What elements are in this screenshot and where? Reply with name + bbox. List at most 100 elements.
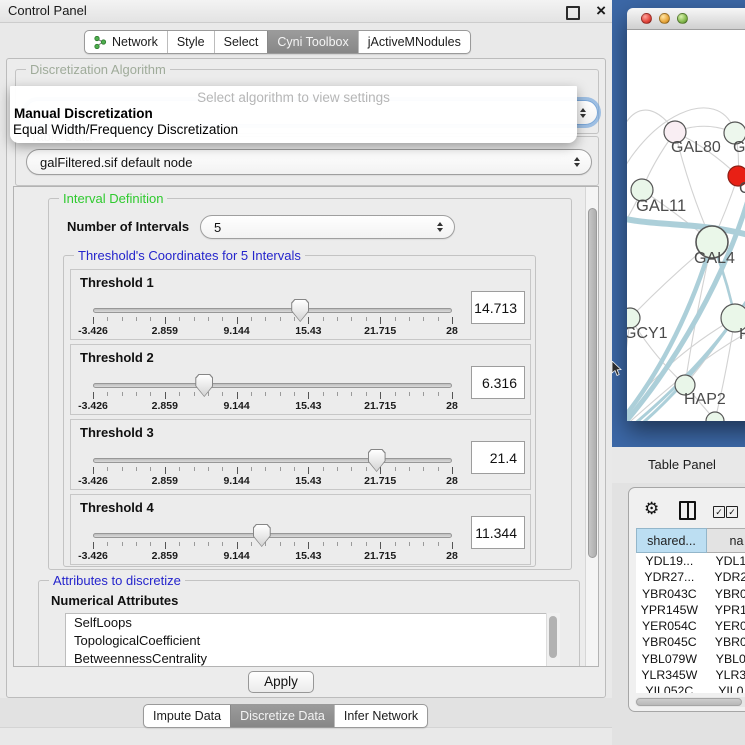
slider-tick [294,317,295,321]
slider-tick [194,317,195,321]
settings-scrollbar-thumb[interactable] [588,208,597,558]
table-data-combobox[interactable]: galFiltered.sif default node [26,149,592,175]
attribute-list-item[interactable]: SelfLoops [66,614,558,632]
number-of-intervals-combobox[interactable]: 5 [200,215,455,239]
settings-scrollbar [585,187,599,666]
table-cell-name: YDL1 [703,553,745,569]
checkbox-icon[interactable]: ✓ [713,506,725,518]
table-row[interactable]: YDL19...YDL1 [636,553,745,569]
slider-tick [366,317,367,321]
tab-select[interactable]: Select [214,31,268,53]
table-horizontal-scrollbar-thumb[interactable] [636,698,742,706]
apply-button[interactable]: Apply [248,671,314,693]
zoom-traffic-light-icon[interactable] [677,13,688,24]
threshold-value-field[interactable]: 14.713 [471,291,525,324]
stepper-arrows-icon [435,222,445,232]
slider-tick [165,317,166,324]
attribute-list: SelfLoopsTopologicalCoefficientBetweenne… [65,613,559,667]
slider-track[interactable] [93,308,452,313]
table-cell-shared-name: YDR27... [636,569,703,585]
slider-tick [409,392,410,396]
table-row[interactable]: YIL052CYIL0 [636,683,745,693]
algorithm-option-equal-width[interactable]: Equal Width/Frequency Discretization [13,122,238,137]
close-icon[interactable]: × [596,0,606,22]
slider-tick [452,392,453,399]
settings-scroll-viewport: Interval Definition Number of Intervals … [13,186,599,667]
slider-handle[interactable] [368,449,386,472]
slider-tick [351,392,352,396]
slider-tick [294,542,295,546]
table-cell-shared-name: YER054C [636,618,703,634]
algorithm-dropdown-popup: Select algorithm to view settings Manual… [10,86,577,143]
slider-tick [409,542,410,546]
tab-infer-network[interactable]: Infer Network [334,705,427,727]
tab-style[interactable]: Style [167,31,214,53]
slider-tick-label: 9.144 [207,400,267,412]
gear-icon[interactable]: ⚙ [644,500,659,517]
slider-tick [423,392,424,396]
attribute-list-item[interactable]: BetweennessCentrality [66,650,558,667]
slider-tick [251,467,252,471]
slider-tick [208,467,209,471]
tab-discretize-data[interactable]: Discretize Data [230,705,334,727]
slider-tick-label: 28 [422,325,482,337]
node-label-partial-c: C [739,180,745,197]
slider-handle-fill [196,375,212,396]
attribute-list-scrollbar-thumb[interactable] [549,616,557,658]
slider-tick-label: 9.144 [207,550,267,562]
threshold-value-field[interactable]: 6.316 [471,366,525,399]
minimize-traffic-light-icon[interactable] [659,13,670,24]
tab-jactivemnodules[interactable]: jActiveMNodules [358,31,470,53]
slider-tick [265,317,266,321]
column-header-name[interactable]: na [707,528,745,553]
slider-track[interactable] [93,458,452,463]
slider-tick-label: 2.859 [135,400,195,412]
slider-handle[interactable] [195,374,213,397]
tab-network[interactable]: Network [85,31,167,53]
algorithm-option-manual[interactable]: Manual Discretization [14,106,153,121]
table-row[interactable]: YPR145WYPR1 [636,602,745,618]
slider-tick-label: 28 [422,550,482,562]
slider-tick [337,542,338,546]
slider-tick [222,467,223,471]
network-window-titlebar[interactable] [627,8,745,30]
slider-tick [222,392,223,396]
table-cell-name: YIL0 [703,683,745,693]
slider-tick [122,317,123,321]
threshold-value-field[interactable]: 21.4 [471,441,525,474]
network-canvas[interactable]: GAL80 GA C GAL11 GAL4 GCY1 H HAP2 [627,30,745,421]
close-traffic-light-icon[interactable] [641,13,652,24]
table-row[interactable]: YBR043CYBR0 [636,586,745,602]
column-layout-icon[interactable] [679,501,696,520]
table-row[interactable]: YLR345WYLR3 [636,667,745,683]
slider-tick [308,467,309,474]
slider-tick [136,467,137,471]
thresholds-group: Threshold's Coordinates for 5 Intervals … [63,255,536,567]
table-row[interactable]: YER054CYER0 [636,618,745,634]
column-header-shared-name[interactable]: shared... [636,528,707,553]
right-column: GAL80 GA C GAL11 GAL4 GCY1 H HAP2 Table … [612,0,745,745]
slider-tick [122,467,123,471]
table-row[interactable]: YBL079WYBL0 [636,651,745,667]
tab-cyni-toolbox[interactable]: Cyni Toolbox [267,31,357,53]
table-row[interactable]: YBR045CYBR0 [636,634,745,650]
slider-tick [179,542,180,546]
slider-tick [452,317,453,324]
slider-tick [395,317,396,321]
table-row[interactable]: YDR27...YDR2 [636,569,745,585]
slider-track[interactable] [93,533,452,538]
slider-tick [294,467,295,471]
slider-tick [323,317,324,321]
slider-handle[interactable] [253,524,271,547]
float-window-icon[interactable] [566,6,580,20]
tab-impute-data[interactable]: Impute Data [144,705,230,727]
threshold-panel: Threshold 4-3.4262.8599.14415.4321.71528… [70,494,531,565]
slider-track[interactable] [93,383,452,388]
discretization-algorithm-group-title: Discretization Algorithm [26,62,170,77]
attribute-list-item[interactable]: TopologicalCoefficient [66,632,558,650]
slider-tick [409,317,410,321]
down-arrow-icon [437,228,443,232]
threshold-value-field[interactable]: 11.344 [471,516,525,549]
checkbox-icon[interactable]: ✓ [726,506,738,518]
slider-tick [136,542,137,546]
